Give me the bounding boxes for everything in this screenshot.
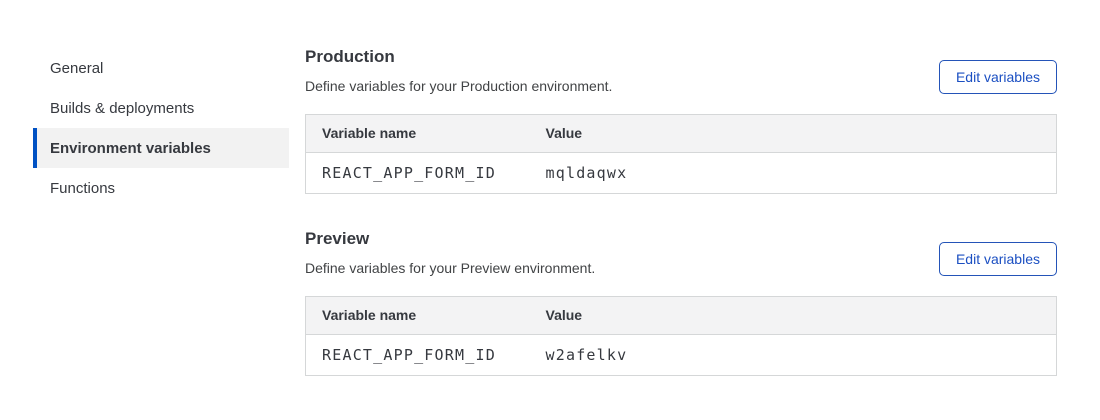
preview-variables-table: Variable name Value REACT_APP_FORM_ID w2… — [305, 296, 1057, 376]
sidebar-item-functions[interactable]: Functions — [33, 168, 289, 208]
production-section: Production Define variables for your Pro… — [305, 48, 1057, 194]
sidebar-item-label: Builds & deployments — [50, 100, 194, 117]
production-variables-table: Variable name Value REACT_APP_FORM_ID mq… — [305, 114, 1057, 194]
sidebar-item-builds-deployments[interactable]: Builds & deployments — [33, 88, 289, 128]
settings-page: General Builds & deployments Environment… — [0, 0, 1100, 376]
sidebar-item-label: Functions — [50, 180, 115, 197]
sidebar-item-label: General — [50, 60, 103, 77]
variable-name-cell: REACT_APP_FORM_ID — [306, 335, 530, 376]
edit-variables-button-production[interactable]: Edit variables — [939, 60, 1057, 94]
production-description: Define variables for your Production env… — [305, 79, 612, 94]
table-header-row: Variable name Value — [306, 115, 1057, 153]
production-title: Production — [305, 48, 612, 65]
variable-value-cell: w2afelkv — [530, 335, 1057, 376]
environment-variables-panel: Production Define variables for your Pro… — [305, 48, 1057, 376]
sidebar-item-label: Environment variables — [50, 140, 211, 157]
variable-value-cell: mqldaqwx — [530, 153, 1057, 194]
production-section-header: Production Define variables for your Pro… — [305, 48, 1057, 94]
column-header-variable-name: Variable name — [306, 115, 530, 153]
preview-description: Define variables for your Preview enviro… — [305, 261, 595, 276]
preview-section-text: Preview Define variables for your Previe… — [305, 230, 595, 276]
edit-variables-button-preview[interactable]: Edit variables — [939, 242, 1057, 276]
table-header-row: Variable name Value — [306, 297, 1057, 335]
sidebar-item-environment-variables[interactable]: Environment variables — [33, 128, 289, 168]
column-header-value: Value — [530, 115, 1057, 153]
production-section-text: Production Define variables for your Pro… — [305, 48, 612, 94]
column-header-value: Value — [530, 297, 1057, 335]
preview-section-header: Preview Define variables for your Previe… — [305, 230, 1057, 276]
sidebar-item-general[interactable]: General — [33, 48, 289, 88]
preview-section: Preview Define variables for your Previe… — [305, 230, 1057, 376]
table-row: REACT_APP_FORM_ID mqldaqwx — [306, 153, 1057, 194]
table-row: REACT_APP_FORM_ID w2afelkv — [306, 335, 1057, 376]
column-header-variable-name: Variable name — [306, 297, 530, 335]
variable-name-cell: REACT_APP_FORM_ID — [306, 153, 530, 194]
settings-sidebar: General Builds & deployments Environment… — [33, 48, 289, 376]
preview-title: Preview — [305, 230, 595, 247]
